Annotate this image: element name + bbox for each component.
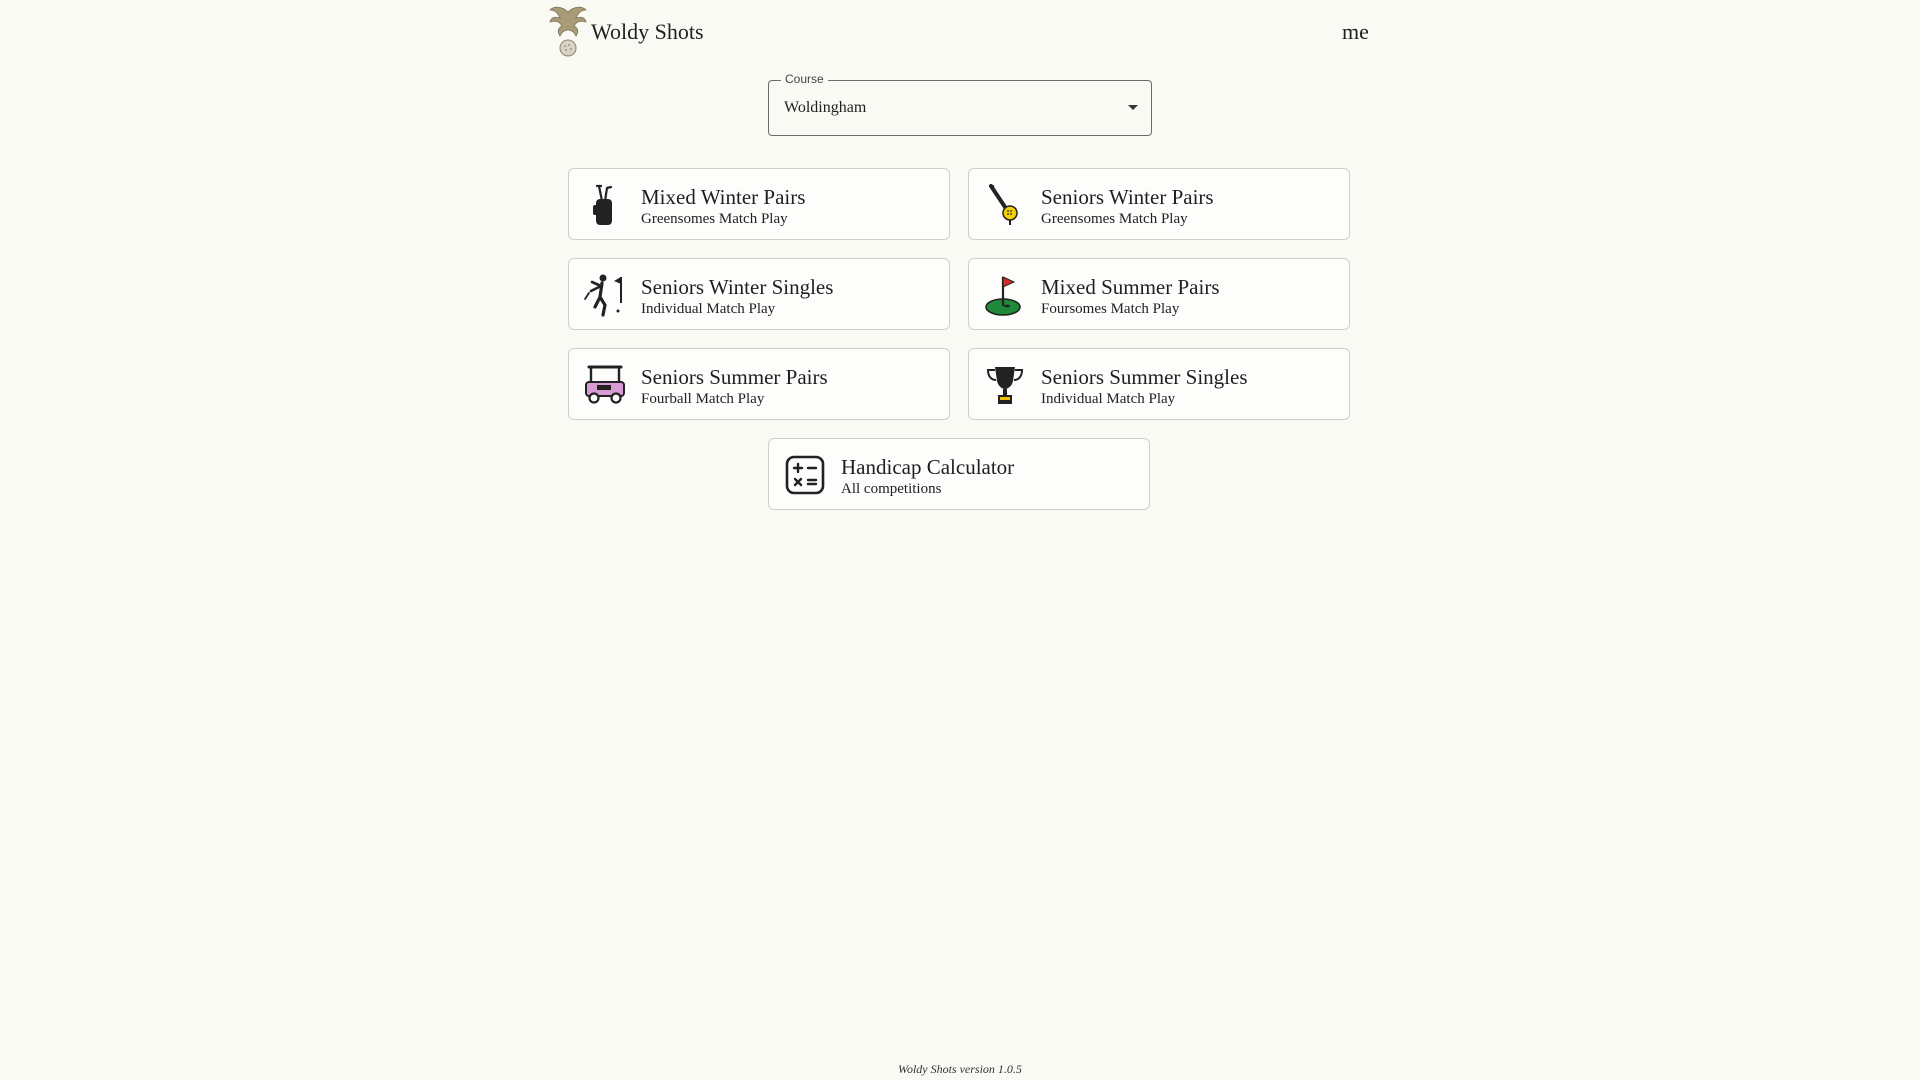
competition-card-mixed-winter-pairs[interactable]: Mixed Winter Pairs Greensomes Match Play: [568, 168, 950, 240]
golf-cart-icon: [585, 365, 625, 404]
app-header: Woldy Shots menu: [548, 0, 1368, 64]
golf-flag-green-icon: [985, 276, 1021, 316]
competition-card-mixed-summer-pairs[interactable]: Mixed Summer Pairs Foursomes Match Play: [968, 258, 1350, 330]
competition-card-seniors-winter-singles[interactable]: Seniors Winter Singles Individual Match …: [568, 258, 950, 330]
menu-button[interactable]: menu: [1342, 19, 1368, 45]
course-label: Course: [781, 72, 828, 86]
course-selected-value: Woldingham: [784, 99, 867, 116]
card-subtitle: Individual Match Play: [1041, 391, 1176, 407]
card-title: Seniors Winter Pairs: [1041, 185, 1214, 209]
caret-down-icon: [1128, 105, 1138, 110]
golf-club-ball-icon: [989, 184, 1018, 225]
card-title: Mixed Summer Pairs: [1041, 275, 1220, 299]
competition-card-handicap-calculator[interactable]: Handicap Calculator All competitions: [768, 438, 1150, 510]
golf-bag-icon: [593, 184, 613, 225]
card-subtitle: Fourball Match Play: [641, 391, 765, 407]
card-title: Handicap Calculator: [841, 455, 1015, 479]
card-title: Seniors Summer Singles: [1041, 365, 1248, 389]
card-title: Mixed Winter Pairs: [641, 185, 806, 209]
app-title: Woldy Shots: [591, 19, 704, 44]
version-footer: Woldy Shots version 1.0.5: [898, 1062, 1022, 1076]
card-subtitle: Foursomes Match Play: [1041, 301, 1180, 317]
course-select[interactable]: Course Woldingham: [768, 72, 1152, 136]
card-title: Seniors Winter Singles: [641, 275, 834, 299]
competition-card-seniors-summer-pairs[interactable]: Seniors Summer Pairs Fourball Match Play: [568, 348, 950, 420]
golfer-icon: [584, 274, 622, 317]
card-subtitle: All competitions: [841, 481, 942, 497]
card-subtitle: Greensomes Match Play: [1041, 211, 1188, 227]
competition-card-seniors-summer-singles[interactable]: Seniors Summer Singles Individual Match …: [968, 348, 1350, 420]
competition-card-seniors-winter-pairs[interactable]: Seniors Winter Pairs Greensomes Match Pl…: [968, 168, 1350, 240]
eagle-logo-icon[interactable]: [548, 4, 588, 60]
trophy-icon: [986, 367, 1024, 404]
card-title: Seniors Summer Pairs: [641, 365, 828, 389]
calculator-icon: [785, 455, 825, 495]
card-subtitle: Individual Match Play: [641, 301, 776, 317]
card-subtitle: Greensomes Match Play: [641, 211, 788, 227]
